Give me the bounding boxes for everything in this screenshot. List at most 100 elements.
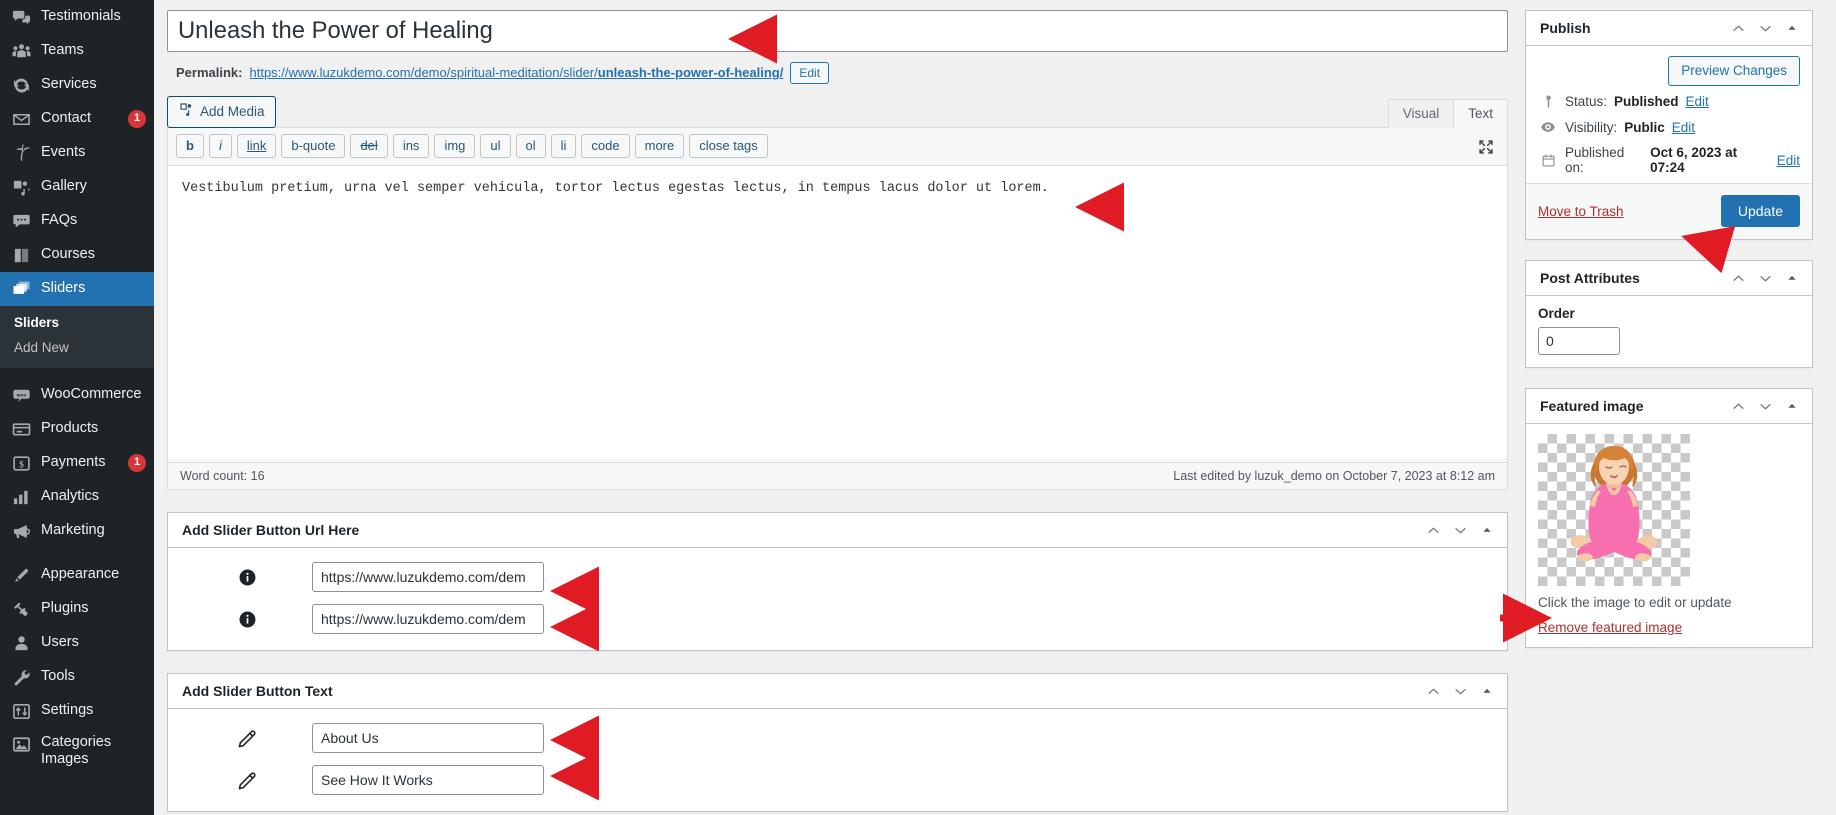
categories-images-icon (10, 734, 32, 754)
post-attributes-handle-actions[interactable] (1730, 270, 1800, 286)
button-text-box-input-1[interactable] (312, 723, 544, 753)
fullscreen-icon[interactable] (1477, 138, 1495, 156)
contact-icon (10, 109, 32, 129)
quicktag-close-tags-button[interactable]: close tags (689, 134, 768, 158)
quicktag-ins-button[interactable]: ins (392, 134, 430, 158)
remove-featured-image-link[interactable]: Remove featured image (1538, 620, 1682, 635)
quicktag-b-quote-button[interactable]: b-quote (281, 134, 346, 158)
featured-image-handle-actions[interactable] (1730, 398, 1800, 414)
sidebar-item-analytics[interactable]: Analytics (0, 480, 154, 514)
sidebar-item-faqs[interactable]: FAQs (0, 204, 154, 238)
update-button[interactable]: Update (1720, 195, 1800, 227)
sidebar-item-users[interactable]: Users (0, 626, 154, 660)
metabox-handle-actions[interactable] (1425, 522, 1495, 538)
content-textarea[interactable]: Vestibulum pretium, urna vel semper vehi… (168, 166, 1507, 459)
quicktag-del-button[interactable]: del (350, 134, 388, 158)
analytics-icon (10, 487, 32, 507)
products-icon (10, 419, 32, 439)
button-url-box-input-1[interactable] (312, 562, 544, 592)
editor-mode-tabs[interactable]: Visual Text (1387, 99, 1508, 128)
quicktag-b-button[interactable]: b (176, 134, 204, 158)
caret-up-icon[interactable] (1784, 20, 1800, 36)
caret-up-icon[interactable] (1784, 398, 1800, 414)
button-url-box-input-2[interactable] (312, 604, 544, 634)
visibility-value: Public (1624, 119, 1665, 135)
caret-up-icon[interactable] (1784, 270, 1800, 286)
order-input[interactable] (1538, 327, 1620, 355)
quicktag-img-button[interactable]: img (434, 134, 476, 158)
quicktag-code-button[interactable]: code (581, 134, 630, 158)
admin-sidebar-menu[interactable]: Testimonials Teams Services Contact 1 Events G… (0, 0, 154, 815)
sidebar-item-marketing[interactable]: Marketing (0, 514, 154, 548)
caret-up-icon[interactable] (1479, 522, 1495, 538)
chevron-up-icon[interactable] (1730, 270, 1746, 286)
sidebar-item-courses[interactable]: Courses (0, 238, 154, 272)
payments-icon: $ (10, 453, 32, 473)
chevron-down-icon[interactable] (1757, 398, 1773, 414)
chevron-down-icon[interactable] (1757, 20, 1773, 36)
sidebar-item-tools[interactable]: Tools (0, 660, 154, 694)
chevron-up-icon[interactable] (1730, 398, 1746, 414)
sliders-submenu[interactable]: Sliders Add New (0, 306, 154, 368)
quicktag-link-button[interactable]: link (236, 134, 277, 158)
sidebar-item-label: Contact (41, 110, 91, 127)
sidebar-item-sliders[interactable]: Sliders (0, 272, 154, 306)
quicktags-toolbar[interactable]: b i link b-quote del ins img ul ol li code more clos… (168, 128, 1507, 166)
sidebar-item-events[interactable]: Events (0, 136, 154, 170)
chevron-up-icon[interactable] (1425, 683, 1441, 699)
sidebar-item-appearance[interactable]: Appearance (0, 558, 154, 592)
permalink-slug: unleash-the-power-of-healing/ (597, 65, 784, 80)
sidebar-item-label: Courses (41, 246, 95, 263)
field-row (182, 604, 1493, 634)
meditation-figure-illustration (1570, 446, 1658, 562)
submenu-item-add-new[interactable]: Add New (0, 335, 154, 360)
quicktag-i-button[interactable]: i (208, 134, 232, 158)
sidebar-item-payments[interactable]: $ Payments 1 (0, 446, 154, 480)
preview-changes-button[interactable]: Preview Changes (1668, 56, 1800, 86)
sidebar-item-teams[interactable]: Teams (0, 34, 154, 68)
quicktag-ol-button[interactable]: ol (515, 134, 546, 158)
metabox-handle-actions[interactable] (1425, 683, 1495, 699)
post-title-input[interactable] (167, 10, 1508, 52)
chevron-down-icon[interactable] (1452, 683, 1468, 699)
menu-separator (0, 368, 154, 378)
sidebar-item-settings[interactable]: Settings (0, 694, 154, 728)
move-to-trash-link[interactable]: Move to Trash (1538, 204, 1624, 219)
sidebar-item-gallery[interactable]: Gallery (0, 170, 154, 204)
chevron-down-icon[interactable] (1452, 522, 1468, 538)
sidebar-item-label: Tools (41, 668, 75, 685)
editor-tab-visual[interactable]: Visual (1387, 99, 1455, 128)
edit-visibility-link[interactable]: Edit (1672, 120, 1695, 135)
svg-text:$: $ (19, 459, 24, 470)
quicktag-more-button[interactable]: more (634, 134, 685, 158)
add-media-button[interactable]: Add Media (167, 96, 276, 128)
sidebar-item-categories-images[interactable]: Categories Images (0, 728, 154, 772)
post-status-info: Word count: 16 Last edited by luzuk_demo… (168, 462, 1507, 489)
publish-handle-actions[interactable] (1730, 20, 1800, 36)
submenu-item-sliders[interactable]: Sliders (0, 310, 154, 335)
permalink-link[interactable]: https://www.luzukdemo.com/demo/spiritual… (249, 63, 783, 83)
sidebar-item-contact[interactable]: Contact 1 (0, 102, 154, 136)
sidebar-item-products[interactable]: Products (0, 412, 154, 446)
chevron-down-icon[interactable] (1757, 270, 1773, 286)
edit-status-link[interactable]: Edit (1686, 94, 1709, 109)
button-text-box-input-2[interactable] (312, 765, 544, 795)
quicktag-li-button[interactable]: li (550, 134, 577, 158)
quicktag-ul-button[interactable]: ul (480, 134, 511, 158)
sidebar-item-testimonials[interactable]: Testimonials (0, 0, 154, 34)
sidebar-item-services[interactable]: Services (0, 68, 154, 102)
chevron-up-icon[interactable] (1730, 20, 1746, 36)
plugins-icon (10, 599, 32, 619)
edit-published-link[interactable]: Edit (1777, 153, 1800, 168)
caret-up-icon[interactable] (1479, 683, 1495, 699)
sidebar-item-woocommerce[interactable]: woo WooCommerce (0, 378, 154, 412)
editor-tab-text[interactable]: Text (1453, 99, 1508, 128)
edit-permalink-button[interactable]: Edit (790, 62, 830, 84)
permalink-label: Permalink: (176, 65, 243, 80)
wp-admin-post-editor: Testimonials Teams Services Contact 1 Events G… (0, 0, 1836, 815)
metabox-title: Add Slider Button Url Here (182, 522, 360, 538)
sidebar-item-plugins[interactable]: Plugins (0, 592, 154, 626)
chevron-up-icon[interactable] (1425, 522, 1441, 538)
sidebar-item-label: Analytics (41, 488, 100, 505)
featured-image-thumbnail[interactable] (1538, 434, 1690, 586)
